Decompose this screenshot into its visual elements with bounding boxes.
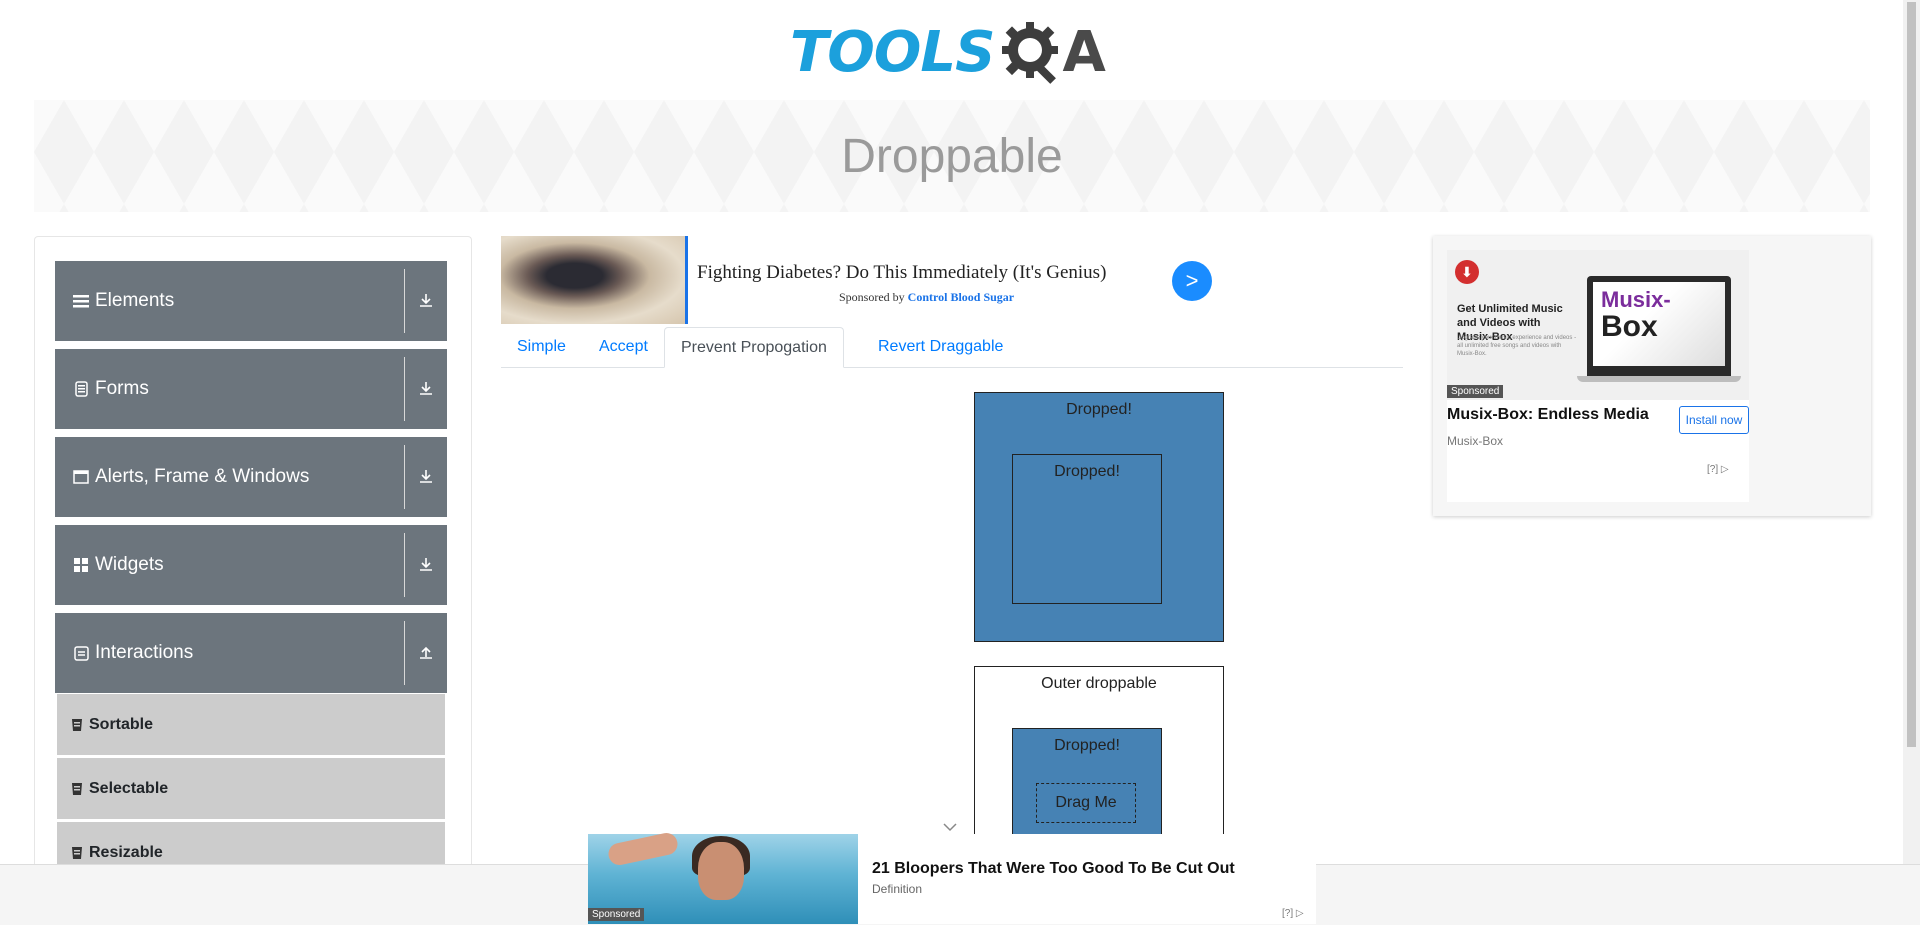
- page-scrollbar[interactable]: [1903, 0, 1920, 864]
- sidebar-item-label: Selectable: [89, 779, 169, 797]
- outer-droppable-text: Outer droppable: [1041, 675, 1157, 692]
- download-icon: [415, 377, 437, 399]
- sidebar-group-alerts-frame-windows[interactable]: Alerts, Frame & Windows: [55, 437, 447, 517]
- laptop-screen: Musix- Box: [1593, 282, 1725, 366]
- sponsored-badge: Sponsored: [588, 908, 645, 921]
- logo-a-text: A: [1062, 19, 1106, 85]
- interactions-icon: [73, 645, 89, 661]
- laptop-graphic: Musix- Box: [1587, 276, 1731, 376]
- ad-headline[interactable]: 21 Bloopers That Were Too Good To Be Cut…: [872, 860, 1235, 878]
- ad-card[interactable]: ⬇ Get Unlimited Music and Videos with Mu…: [1447, 250, 1749, 502]
- ad-info: [?]: [1282, 908, 1294, 919]
- download-icon: [415, 465, 437, 487]
- tab-simple[interactable]: Simple: [501, 327, 582, 367]
- tab-revert-draggable[interactable]: Revert Draggable: [862, 327, 1019, 367]
- download-icon: [415, 553, 437, 575]
- sidebar-group-label: Interactions: [95, 642, 194, 663]
- ad-image-body: Upgrade your music experience and videos…: [1457, 335, 1577, 357]
- ad-go-button[interactable]: >: [1172, 261, 1212, 301]
- logo-tools-text: TOOLS: [790, 19, 995, 85]
- right-ad[interactable]: ⬇ Get Unlimited Music and Videos with Mu…: [1433, 236, 1871, 516]
- left-sidebar: Elements Forms Alerts, Frame & Windows W…: [34, 236, 472, 877]
- form-icon: [73, 381, 89, 397]
- droppable-tabs: Simple Accept Prevent Propogation Revert…: [501, 327, 1403, 368]
- ad-headline[interactable]: Fighting Diabetes? Do This Immediately (…: [697, 262, 1106, 284]
- item-icon: [72, 718, 82, 731]
- download-icon: [415, 289, 437, 311]
- laptop-base: [1577, 376, 1741, 382]
- sponsored-badge: Sponsored: [1447, 385, 1504, 398]
- sidebar-item-sortable[interactable]: Sortable: [57, 694, 445, 758]
- inner-droppable-text: Dropped!: [1054, 737, 1120, 754]
- top-ad-banner[interactable]: Fighting Diabetes? Do This Immediately (…: [501, 236, 1229, 326]
- ad-sponsor-line: Sponsored by Control Blood Sugar: [839, 290, 1014, 305]
- sidebar-group-widgets[interactable]: Widgets: [55, 525, 447, 605]
- sidebar-item-selectable[interactable]: Selectable: [57, 758, 445, 822]
- page-title: Droppable: [841, 129, 1063, 183]
- sidebar-item-label: Sortable: [89, 715, 154, 733]
- ad-title[interactable]: Musix-Box: Endless Media: [1447, 406, 1649, 424]
- toolsqa-logo[interactable]: TOOLS A: [790, 16, 1106, 88]
- sidebar-group-forms[interactable]: Forms: [55, 349, 447, 429]
- item-icon: [72, 846, 82, 859]
- sidebar-group-label: Elements: [95, 290, 175, 311]
- chevron-down-icon[interactable]: [943, 822, 957, 832]
- window-icon: [73, 469, 89, 485]
- gear-search-icon: [1002, 22, 1059, 84]
- sidebar-group-interactions[interactable]: Interactions: [55, 613, 447, 693]
- sidebar-group-elements[interactable]: Elements: [55, 261, 447, 341]
- tab-prevent-propogation[interactable]: Prevent Propogation: [664, 327, 844, 368]
- ad-sponsor-name[interactable]: Control Blood Sugar: [908, 290, 1014, 304]
- ad-image: [501, 236, 685, 324]
- drag-me-box[interactable]: Drag Me: [1036, 783, 1136, 823]
- ad-source: Musix-Box: [1447, 434, 1504, 448]
- ad-image-face: [698, 842, 744, 900]
- group-divider: [404, 621, 405, 685]
- install-now-button[interactable]: Install now: [1679, 406, 1749, 434]
- ad-accent-bar: [685, 236, 688, 324]
- scrollbar-thumb[interactable]: [1907, 2, 1916, 747]
- page-banner: Droppable: [34, 100, 1870, 212]
- sidebar-group-label: Alerts, Frame & Windows: [95, 466, 310, 487]
- bottom-ad[interactable]: Sponsored 21 Bloopers That Were Too Good…: [588, 830, 1316, 924]
- ad-info: [?]: [1707, 464, 1719, 475]
- item-icon: [72, 782, 82, 795]
- group-divider: [404, 357, 405, 421]
- ad-brand-line-1: Musix-: [1601, 287, 1671, 312]
- tab-accept[interactable]: Accept: [583, 327, 664, 367]
- widgets-icon: [73, 557, 89, 573]
- sidebar-group-label: Forms: [95, 378, 149, 399]
- greedy-inner-text: Dropped!: [1054, 463, 1120, 480]
- menu-icon: [73, 293, 89, 309]
- download-badge-icon: ⬇: [1455, 260, 1479, 284]
- sidebar-group-label: Widgets: [95, 554, 164, 575]
- adchoices-icon[interactable]: [?] ▷: [1282, 908, 1304, 919]
- group-divider: [404, 445, 405, 509]
- adchoices-icon[interactable]: [?] ▷: [1707, 464, 1729, 475]
- group-divider: [404, 533, 405, 597]
- ad-brand-line-2: Box: [1601, 310, 1658, 343]
- ad-image: ⬇ Get Unlimited Music and Videos with Mu…: [1447, 250, 1749, 400]
- greedy-inner-droppable[interactable]: Dropped!: [1012, 454, 1162, 604]
- ad-image-arm: [606, 830, 680, 868]
- sidebar-item-label: Resizable: [89, 843, 163, 861]
- ad-source: Definition: [872, 882, 923, 896]
- greedy-outer-text: Dropped!: [1066, 401, 1132, 418]
- group-divider: [404, 269, 405, 333]
- upload-icon: [415, 641, 437, 663]
- ad-sponsored-by: Sponsored by: [839, 290, 905, 304]
